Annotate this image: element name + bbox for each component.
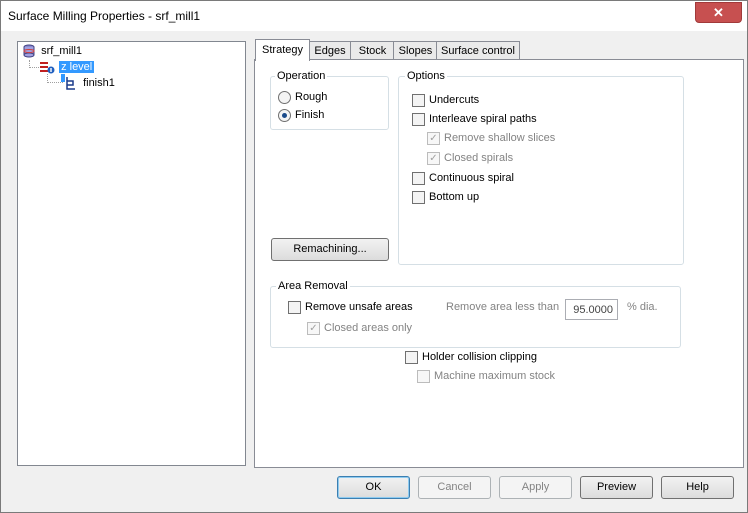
continuous-spiral-label: Continuous spiral xyxy=(429,172,514,184)
bottom-up-checkbox[interactable]: Bottom up xyxy=(412,191,479,207)
holder-collision-checkbox[interactable]: Holder collision clipping xyxy=(405,351,537,367)
checkbox-box xyxy=(288,301,301,314)
tab-label: Surface control xyxy=(441,45,515,57)
radio-indicator xyxy=(278,91,291,104)
options-group-title: Options xyxy=(405,70,447,82)
checkbox-box xyxy=(412,113,425,126)
closed-areas-label: Closed areas only xyxy=(324,322,413,334)
tab-strategy[interactable]: Strategy xyxy=(255,39,310,61)
title-bar: Surface Milling Properties - srf_mill1 ✕ xyxy=(1,1,747,31)
machine-max-stock-checkbox[interactable]: Machine maximum stock xyxy=(417,370,555,386)
closed-spirals-label: Closed spirals xyxy=(444,152,514,164)
tree-item-srf-mill1[interactable]: srf_mill1 xyxy=(22,44,84,58)
check-icon: ✓ xyxy=(427,132,440,145)
closed-areas-checkbox[interactable]: ✓ Closed areas only xyxy=(307,322,412,338)
remove-shallow-label: Remove shallow slices xyxy=(444,132,556,144)
tab-label: Strategy xyxy=(262,44,303,56)
interleave-label: Interleave spiral paths xyxy=(429,113,537,125)
operation-group: Operation Rough Finish xyxy=(270,70,389,130)
area-removal-group: Area Removal Remove unsafe areas ✓ Closed… xyxy=(270,280,681,348)
tree-connector xyxy=(47,82,63,83)
continuous-spiral-checkbox[interactable]: Continuous spiral xyxy=(412,172,514,188)
tree-item-label: z level xyxy=(59,61,95,73)
radio-indicator xyxy=(278,109,291,122)
check-icon: ✓ xyxy=(307,322,320,335)
tab-label: Slopes xyxy=(398,45,433,57)
tab-label: Edges xyxy=(314,45,346,57)
tab-edges[interactable]: Edges xyxy=(308,41,352,60)
rough-radio[interactable]: Rough xyxy=(278,91,327,107)
help-label: Help xyxy=(686,481,709,493)
tab-stock[interactable]: Stock xyxy=(350,41,395,60)
tree-item-label: finish1 xyxy=(83,77,115,89)
tab-surface-control[interactable]: Surface control xyxy=(436,41,520,60)
ok-button[interactable]: OK xyxy=(337,476,410,499)
remove-unsafe-label: Remove unsafe areas xyxy=(305,301,413,313)
zlevel-icon xyxy=(40,62,55,74)
check-icon: ✓ xyxy=(427,152,440,165)
tree-item-z-level[interactable]: z level xyxy=(38,60,95,74)
undercuts-checkbox[interactable]: Undercuts xyxy=(412,94,479,110)
undercuts-label: Undercuts xyxy=(429,94,480,106)
checkbox-box xyxy=(417,370,430,383)
remove-shallow-checkbox[interactable]: ✓ Remove shallow slices xyxy=(427,132,555,148)
apply-label: Apply xyxy=(521,481,550,493)
machine-max-stock-label: Machine maximum stock xyxy=(434,370,556,382)
remove-unsafe-checkbox[interactable]: Remove unsafe areas xyxy=(288,301,413,317)
rough-label: Rough xyxy=(295,91,328,103)
ok-label: OK xyxy=(365,481,382,493)
strategy-panel: Operation Rough Finish Options Undercuts… xyxy=(254,59,744,468)
interleave-spiral-checkbox[interactable]: Interleave spiral paths xyxy=(412,113,537,129)
help-button[interactable]: Help xyxy=(661,476,734,499)
tab-label: Stock xyxy=(358,45,387,57)
tab-slopes[interactable]: Slopes xyxy=(393,41,438,60)
cancel-label: Cancel xyxy=(437,481,472,493)
tree-item-finish1[interactable]: finish1 xyxy=(64,76,117,90)
checkbox-box xyxy=(405,351,418,364)
remove-area-label: Remove area less than xyxy=(446,301,560,313)
options-group: Options Undercuts Interleave spiral path… xyxy=(398,70,684,265)
properties-dialog: Surface Milling Properties - srf_mill1 ✕… xyxy=(0,0,748,513)
bottom-up-label: Bottom up xyxy=(429,191,480,203)
holder-collision-label: Holder collision clipping xyxy=(422,351,537,363)
area-removal-title: Area Removal xyxy=(276,280,350,292)
preview-button[interactable]: Preview xyxy=(580,476,653,499)
finish-radio[interactable]: Finish xyxy=(278,109,324,125)
tree-item-label: srf_mill1 xyxy=(41,45,83,57)
remove-area-input[interactable]: 95.0000 xyxy=(565,299,618,320)
close-icon: ✕ xyxy=(713,5,724,20)
unit-label: % dia. xyxy=(627,301,658,313)
remachining-button[interactable]: Remachining... xyxy=(271,238,389,261)
preview-label: Preview xyxy=(596,481,637,493)
checkbox-box xyxy=(412,191,425,204)
database-icon xyxy=(23,44,35,58)
operation-group-title: Operation xyxy=(275,70,328,82)
close-button[interactable]: ✕ xyxy=(695,2,742,23)
operation-tree[interactable]: srf_mill1 z level finish1 xyxy=(17,41,246,466)
closed-spirals-checkbox[interactable]: ✓ Closed spirals xyxy=(427,152,513,168)
cancel-button[interactable]: Cancel xyxy=(418,476,491,499)
finish-label: Finish xyxy=(295,109,325,121)
remachining-label: Remachining... xyxy=(293,243,367,255)
finish-path-icon xyxy=(66,77,75,90)
checkbox-box xyxy=(412,172,425,185)
apply-button[interactable]: Apply xyxy=(499,476,572,499)
window-title: Surface Milling Properties - srf_mill1 xyxy=(8,9,201,23)
checkbox-box xyxy=(412,94,425,107)
